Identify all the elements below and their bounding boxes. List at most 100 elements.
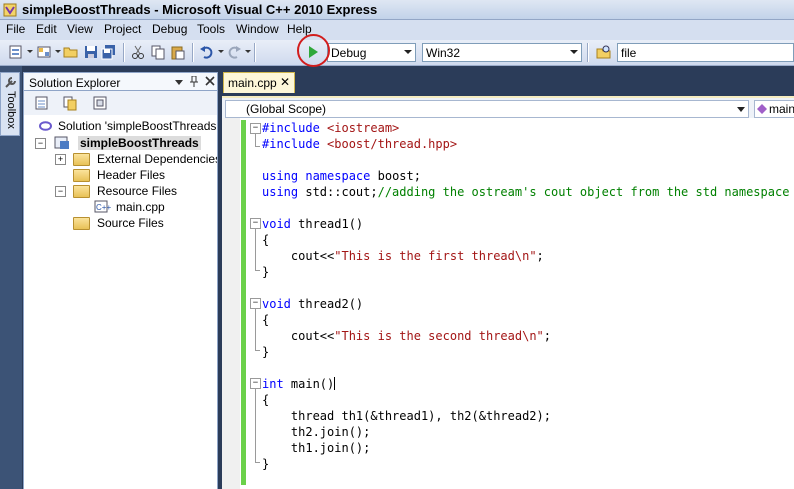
toolbox-label: Toolbox (5, 91, 17, 129)
tree-item-project[interactable]: − simpleBoostThreads (34, 135, 214, 151)
solution-icon (39, 121, 53, 131)
menu-view[interactable]: View (67, 22, 93, 36)
fold-guide (255, 350, 260, 351)
menu-project[interactable]: Project (104, 22, 141, 36)
tree-item-main-cpp[interactable]: C++ main.cpp (94, 199, 214, 215)
tab-label: main.cpp (228, 76, 277, 90)
code-line: cout<<"This is the first thread\n"; (262, 249, 544, 263)
fold-guide (255, 388, 256, 462)
cpp-file-icon: C++ (94, 200, 111, 213)
fold-guide (255, 146, 260, 147)
toolbar-separator (254, 43, 256, 62)
undo-icon[interactable] (199, 44, 215, 60)
solution-tree: Solution 'simpleBoostThreads' (1 p − sim… (23, 115, 218, 489)
window-title: simpleBoostThreads - Microsoft Visual C+… (22, 2, 378, 17)
new-project-icon[interactable] (8, 44, 24, 60)
tree-item-resource-files[interactable]: − Resource Files (54, 183, 214, 199)
member-dropdown[interactable]: main (754, 100, 794, 118)
view-class-diagram-icon[interactable] (92, 95, 108, 111)
wrench-icon (5, 77, 16, 88)
code-line: th2.join(); (262, 425, 371, 439)
external-dependencies-label: External Dependencies (97, 152, 218, 166)
find-input-value: file (621, 46, 637, 60)
tree-item-external-dependencies[interactable]: + External Dependencies (54, 151, 217, 167)
folder-icon (73, 153, 90, 166)
collapse-icon[interactable]: − (35, 138, 46, 149)
menu-window[interactable]: Window (236, 22, 279, 36)
fold-guide (255, 133, 256, 147)
code-line: void thread1() (262, 217, 364, 231)
change-tracking-bar (241, 120, 246, 485)
svg-text:C++: C++ (96, 203, 111, 212)
code-line: #include <boost/thread.hpp> (262, 137, 458, 151)
solution-explorer-title: Solution Explorer (29, 76, 121, 90)
close-icon[interactable]: ✕ (280, 75, 290, 89)
tree-item-solution[interactable]: Solution 'simpleBoostThreads' (1 p (38, 118, 218, 134)
window-position-icon[interactable] (175, 78, 183, 86)
tree-item-source-files[interactable]: Source Files (54, 215, 214, 231)
code-line: using namespace boost; (262, 169, 421, 183)
chevron-down-icon[interactable] (245, 50, 251, 53)
tree-item-header-files[interactable]: Header Files (54, 167, 214, 183)
code-editor[interactable]: − − − − #include <iostream> #include <bo… (222, 118, 794, 489)
expand-icon[interactable]: + (55, 154, 66, 165)
tab-main-cpp[interactable]: main.cpp ✕ (223, 72, 295, 93)
code-line: #include <iostream> (262, 121, 400, 135)
properties-icon[interactable] (34, 95, 50, 111)
menu-edit[interactable]: Edit (36, 22, 57, 36)
add-item-icon[interactable] (36, 44, 52, 60)
find-input[interactable]: file (617, 43, 794, 62)
menu-bar: File Edit View Project Debug Tools Windo… (0, 20, 794, 40)
standard-toolbar: Debug Win32 file (0, 40, 794, 66)
method-icon (757, 104, 767, 114)
code-line: th1.join(); (262, 441, 371, 455)
code-line: { (262, 393, 270, 407)
project-icon (54, 136, 69, 149)
toolbox-tab[interactable]: Toolbox (0, 72, 20, 136)
pin-icon[interactable] (189, 76, 199, 87)
title-bar: simpleBoostThreads - Microsoft Visual C+… (0, 0, 794, 20)
redo-icon[interactable] (226, 44, 242, 60)
save-all-icon[interactable] (101, 44, 117, 60)
fold-guide (255, 308, 256, 350)
toolbar-separator (587, 43, 589, 62)
code-line: { (262, 313, 270, 327)
visual-studio-icon (3, 3, 17, 17)
cut-icon[interactable] (130, 44, 146, 60)
menu-file[interactable]: File (6, 22, 25, 36)
chevron-down-icon (570, 50, 578, 54)
platform-value: Win32 (426, 46, 461, 60)
solution-platform-dropdown[interactable]: Win32 (422, 43, 582, 62)
fold-guide (255, 228, 256, 270)
find-in-files-icon[interactable] (596, 44, 612, 60)
chevron-down-icon (404, 50, 412, 54)
solution-configuration-dropdown[interactable]: Debug (327, 43, 416, 62)
scope-value: (Global Scope) (246, 102, 327, 116)
chevron-down-icon[interactable] (55, 50, 61, 53)
chevron-down-icon (737, 107, 745, 112)
code-line: int main() (262, 377, 336, 391)
collapse-icon[interactable]: − (55, 186, 66, 197)
scope-dropdown[interactable]: (Global Scope) (225, 100, 749, 118)
project-label: simpleBoostThreads (78, 136, 201, 150)
show-all-files-icon[interactable] (62, 95, 78, 111)
toolbar-separator (192, 43, 194, 62)
paste-icon[interactable] (170, 44, 186, 60)
code-area[interactable]: − − − − #include <iostream> #include <bo… (248, 118, 794, 489)
fold-guide (255, 462, 260, 463)
save-icon[interactable] (83, 44, 99, 60)
main-cpp-label: main.cpp (116, 200, 165, 214)
menu-tools[interactable]: Tools (197, 22, 225, 36)
configuration-value: Debug (331, 46, 367, 60)
folder-icon (73, 185, 90, 198)
copy-icon[interactable] (150, 44, 166, 60)
chevron-down-icon[interactable] (218, 50, 224, 53)
close-icon[interactable] (205, 76, 215, 86)
code-line: cout<<"This is the second thread\n"; (262, 329, 551, 343)
open-file-icon[interactable] (63, 44, 79, 60)
code-line: thread th1(&thread1), th2(&thread2); (262, 409, 551, 423)
solution-label: Solution 'simpleBoostThreads' (1 p (58, 119, 218, 133)
menu-debug[interactable]: Debug (152, 22, 187, 36)
chevron-down-icon[interactable] (27, 50, 33, 53)
code-line: using std::cout;//adding the ostream's c… (262, 185, 790, 199)
